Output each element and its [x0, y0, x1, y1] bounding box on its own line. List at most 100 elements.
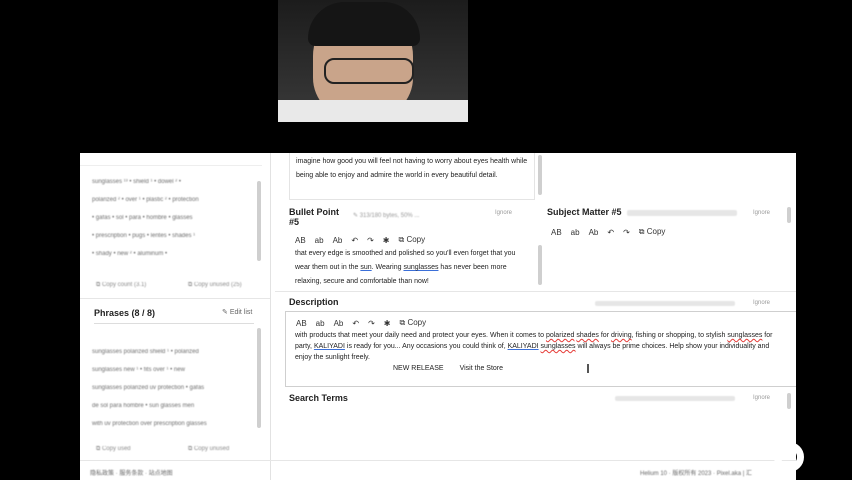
keyword-row[interactable]: • prescription • pugs • lentes • shades …: [92, 227, 252, 245]
recording-indicator-icon: [774, 442, 804, 472]
redo-icon[interactable]: ↷: [623, 228, 630, 237]
undo-icon[interactable]: ↶: [607, 228, 614, 237]
keyword-highlight[interactable]: sunglasses: [541, 343, 576, 350]
keyword-row[interactable]: • gafas • sol • para • hombre • glasses: [92, 209, 252, 227]
previous-bullet-text[interactable]: imagine how good you will feel not havin…: [290, 153, 534, 185]
redo-icon[interactable]: ↷: [368, 319, 375, 328]
keyword-highlight[interactable]: polarized: [546, 332, 574, 339]
text-cursor-icon: [587, 364, 589, 373]
copy-unused-phrases-button[interactable]: ⧉ Copy unused: [188, 443, 229, 455]
description-text[interactable]: with products that meet your daily need …: [295, 330, 783, 374]
phrase-row[interactable]: with uv protection over prescription gla…: [92, 415, 252, 433]
bullet5-text[interactable]: that every edge is smoothed and polished…: [289, 247, 533, 289]
description-text-part: , fishing or shopping, to stylish: [631, 332, 728, 339]
keyword-cloud: sunglasses ¹³ • shield ¹ • dowel ² • pol…: [92, 173, 252, 263]
phrases-title: Phrases (8 / 8): [94, 308, 156, 318]
search-terms-ignore-label: Ignore: [753, 395, 771, 401]
search-terms-ignore-button[interactable]: Ignore: [753, 395, 770, 401]
new-release-text: NEW RELEASE: [393, 365, 444, 372]
copy-used-button[interactable]: ⧉ Copy used: [96, 443, 131, 455]
lowercase-button[interactable]: ab: [571, 228, 580, 237]
copy-icon: ⧉: [638, 227, 645, 236]
uppercase-button[interactable]: AB: [551, 228, 562, 237]
search-terms-label: Search Terms: [289, 393, 348, 403]
bullet5-ignore-label: Ignore: [495, 210, 513, 216]
redo-icon[interactable]: ↷: [367, 236, 374, 245]
keyword-row[interactable]: • shady • new ² • aluminum •: [92, 245, 252, 263]
subject-matter-counter: [627, 210, 737, 216]
divider: [275, 291, 796, 292]
divider: [80, 460, 796, 461]
description-textarea[interactable]: AB ab Ab ↶ ↷ ✱ ⧉ Copy with products that…: [285, 311, 796, 387]
keyword-highlight[interactable]: driving: [611, 332, 632, 339]
phrases-scrollbar[interactable]: [257, 328, 261, 428]
previous-bullet-panel[interactable]: imagine how good you will feel not havin…: [289, 153, 535, 200]
keywords-scrollbar[interactable]: [257, 181, 261, 261]
phrase-row[interactable]: sunglasses polarized shield ¹ • polarize…: [92, 343, 252, 361]
wand-icon[interactable]: ✱: [383, 236, 390, 245]
bullet5-text-part: . Wearing: [371, 264, 404, 271]
edit-list-button[interactable]: ✎ Edit list: [222, 308, 252, 316]
copy-label: Copy: [406, 235, 426, 244]
footer-links[interactable]: 隐私政策 · 服务条款 · 站点地图: [90, 468, 173, 480]
description-text-part: is ready for you... Any occasions you co…: [344, 343, 508, 350]
keyword-highlight[interactable]: KALIYADI: [314, 343, 345, 350]
subject-matter-toolbar: AB ab Ab ↶ ↷ ⧉ Copy: [551, 227, 665, 237]
bullet5-counter-text: 313/180 bytes, 50% ...: [359, 213, 420, 219]
bullet5-textarea[interactable]: that every edge is smoothed and polished…: [289, 247, 533, 291]
phrase-list: sunglasses polarized shield ¹ • polarize…: [92, 343, 252, 433]
keyword-row[interactable]: sunglasses ¹³ • shield ¹ • dowel ² •: [92, 173, 252, 191]
copy-icon: ⧉: [399, 318, 406, 327]
description-toolbar: AB ab Ab ↶ ↷ ✱ ⧉ Copy: [296, 318, 426, 328]
copy-label: Copy: [646, 227, 666, 236]
edit-list-label: Edit list: [229, 309, 253, 316]
copy-button[interactable]: ⧉ Copy: [639, 227, 666, 237]
copy-used-label: Copy used: [101, 446, 131, 452]
description-text-part: for: [598, 332, 611, 339]
bullet5-toolbar: AB ab Ab ↶ ↷ ✱ ⧉ Copy: [295, 235, 425, 245]
description-ignore-label: Ignore: [753, 300, 771, 306]
phrase-row[interactable]: de sol para hombre • sun glasses men: [92, 397, 252, 415]
wand-icon[interactable]: ✱: [384, 319, 391, 328]
visit-store-text: Visit the Store: [459, 365, 504, 372]
sidebar-top-edge: [80, 153, 262, 166]
titlecase-button[interactable]: Ab: [334, 319, 344, 328]
description-text-part: with products that meet your daily need …: [295, 332, 546, 339]
keyword-row[interactable]: polarized ² • over ¹ • plastic ² • prote…: [92, 191, 252, 209]
bullet5-ignore-button[interactable]: Ignore: [495, 210, 512, 216]
lowercase-button[interactable]: ab: [315, 236, 324, 245]
subject-matter-scrollbar[interactable]: [787, 207, 791, 223]
keyword-highlight[interactable]: sunglasses: [727, 332, 762, 339]
copy-unused-label: Copy unused (25): [193, 282, 242, 288]
phrase-row[interactable]: sunglasses polarized uv protection • gaf…: [92, 379, 252, 397]
bullet5-counter: ✎ 313/180 bytes, 50% ...: [353, 213, 420, 219]
search-terms-scrollbar[interactable]: [787, 393, 791, 409]
copy-button[interactable]: ⧉ Copy: [399, 318, 426, 328]
copy-button[interactable]: ⧉ Copy: [398, 235, 425, 245]
search-terms-counter: [615, 396, 735, 401]
undo-icon[interactable]: ↶: [351, 236, 358, 245]
keyword-highlight[interactable]: KALIYADI: [508, 343, 539, 350]
editor-scrollbar[interactable]: [538, 155, 542, 195]
subject-matter-ignore-button[interactable]: Ignore: [753, 210, 770, 216]
titlecase-button[interactable]: Ab: [589, 228, 599, 237]
presenter-hair: [308, 2, 420, 46]
presenter-glasses: [324, 58, 414, 84]
listing-builder-app: sunglasses ¹³ • shield ¹ • dowel ² • pol…: [80, 153, 796, 480]
copy-unused-button[interactable]: ⧉ Copy unused (25): [188, 279, 242, 291]
keyword-highlight[interactable]: shades: [576, 332, 599, 339]
footer-copyright: Helium 10 · 版权所有 2023 · Pixel.aka | 汇: [640, 471, 752, 477]
description-ignore-button[interactable]: Ignore: [753, 300, 770, 306]
keyword-highlight[interactable]: sun: [360, 264, 371, 271]
copy-count-button[interactable]: ⧉ Copy count (3.1): [96, 279, 146, 291]
bullet5-scrollbar[interactable]: [538, 245, 542, 285]
undo-icon[interactable]: ↶: [352, 319, 359, 328]
uppercase-button[interactable]: AB: [296, 319, 307, 328]
uppercase-button[interactable]: AB: [295, 236, 306, 245]
lowercase-button[interactable]: ab: [316, 319, 325, 328]
phrase-row[interactable]: sunglasses new ¹ • fits over ¹ • new: [92, 361, 252, 379]
keyword-highlight[interactable]: sunglasses: [403, 264, 438, 271]
copy-count-label: Copy count (3.1): [101, 282, 147, 288]
keywords-sidebar: sunglasses ¹³ • shield ¹ • dowel ² • pol…: [80, 153, 271, 480]
titlecase-button[interactable]: Ab: [333, 236, 343, 245]
